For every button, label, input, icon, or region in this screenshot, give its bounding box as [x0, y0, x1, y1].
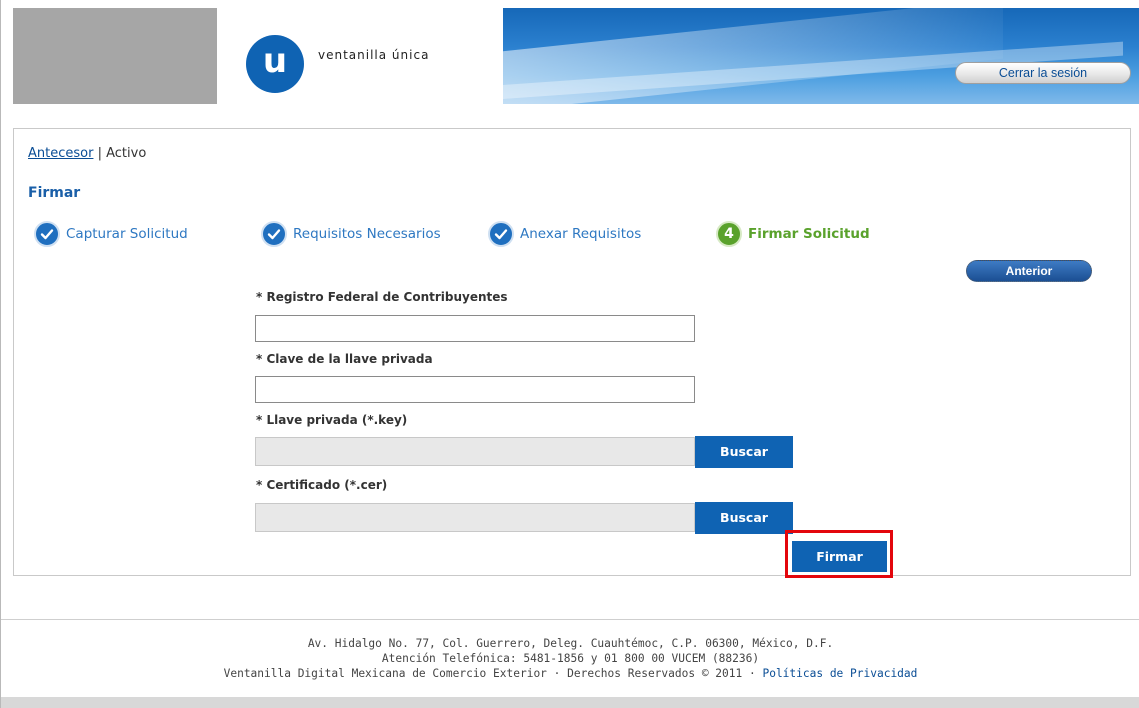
private-key-file-input[interactable] [255, 437, 695, 466]
footer-divider [1, 619, 1139, 620]
certificate-label: * Certificado (*.cer) [256, 478, 388, 492]
key-password-label: * Clave de la llave privada [256, 352, 433, 366]
step-label: Requisitos Necesarios [293, 226, 441, 242]
previous-button[interactable]: Anterior [966, 260, 1092, 282]
step-number-badge: 4 [716, 221, 742, 247]
sign-button[interactable]: Firmar [792, 541, 887, 572]
step-label: Capturar Solicitud [66, 226, 188, 242]
check-icon [488, 221, 514, 247]
rfc-input[interactable] [255, 315, 695, 342]
step-requisitos-necesarios[interactable]: Requisitos Necesarios [261, 221, 441, 247]
logout-button[interactable]: Cerrar la sesión [955, 62, 1131, 84]
browse-certificate-button[interactable]: Buscar [695, 502, 793, 534]
footer-phone: Atención Telefónica: 5481-1856 y 01 800 … [381, 652, 760, 665]
page-frame: u ventanilla única Cerrar la sesión Ante… [0, 0, 1139, 708]
header-gray-block [13, 8, 217, 104]
breadcrumb-separator: | [97, 146, 102, 161]
footer-copyright-row: Ventanilla Digital Mexicana de Comercio … [1, 666, 1139, 681]
key-password-input[interactable] [255, 376, 695, 403]
check-icon [34, 221, 60, 247]
breadcrumb-link-antecesor[interactable]: Antecesor [28, 146, 93, 161]
site-footer: Av. Hidalgo No. 77, Col. Guerrero, Deleg… [1, 636, 1139, 681]
check-icon [261, 221, 287, 247]
private-key-label: * Llave privada (*.key) [256, 413, 408, 427]
privacy-policy-link[interactable]: Políticas de Privacidad [762, 667, 917, 680]
rfc-label: * Registro Federal de Contribuyentes [256, 290, 508, 304]
footer-copyright: Ventanilla Digital Mexicana de Comercio … [223, 667, 756, 680]
breadcrumb: Antecesor | Activo [28, 146, 146, 161]
browse-private-key-button[interactable]: Buscar [695, 436, 793, 468]
main-panel: Antecesor | Activo Firmar Capturar Solic… [13, 128, 1131, 578]
step-anexar-requisitos[interactable]: Anexar Requisitos [488, 221, 641, 247]
bottom-bar [1, 697, 1139, 708]
site-header: u ventanilla única Cerrar la sesión [13, 8, 1139, 104]
logo-text: ventanilla única [318, 48, 430, 62]
certificate-file-input[interactable] [255, 503, 695, 532]
footer-address: Av. Hidalgo No. 77, Col. Guerrero, Deleg… [307, 637, 834, 650]
page-title: Firmar [28, 185, 81, 201]
breadcrumb-current: Activo [106, 146, 147, 161]
vucem-logo-icon: u [246, 35, 304, 93]
step-firmar-solicitud: 4 Firmar Solicitud [716, 221, 870, 247]
step-label: Anexar Requisitos [520, 226, 642, 242]
step-label: Firmar Solicitud [748, 226, 870, 242]
header-banner [503, 8, 1139, 104]
step-capturar-solicitud[interactable]: Capturar Solicitud [34, 221, 188, 247]
